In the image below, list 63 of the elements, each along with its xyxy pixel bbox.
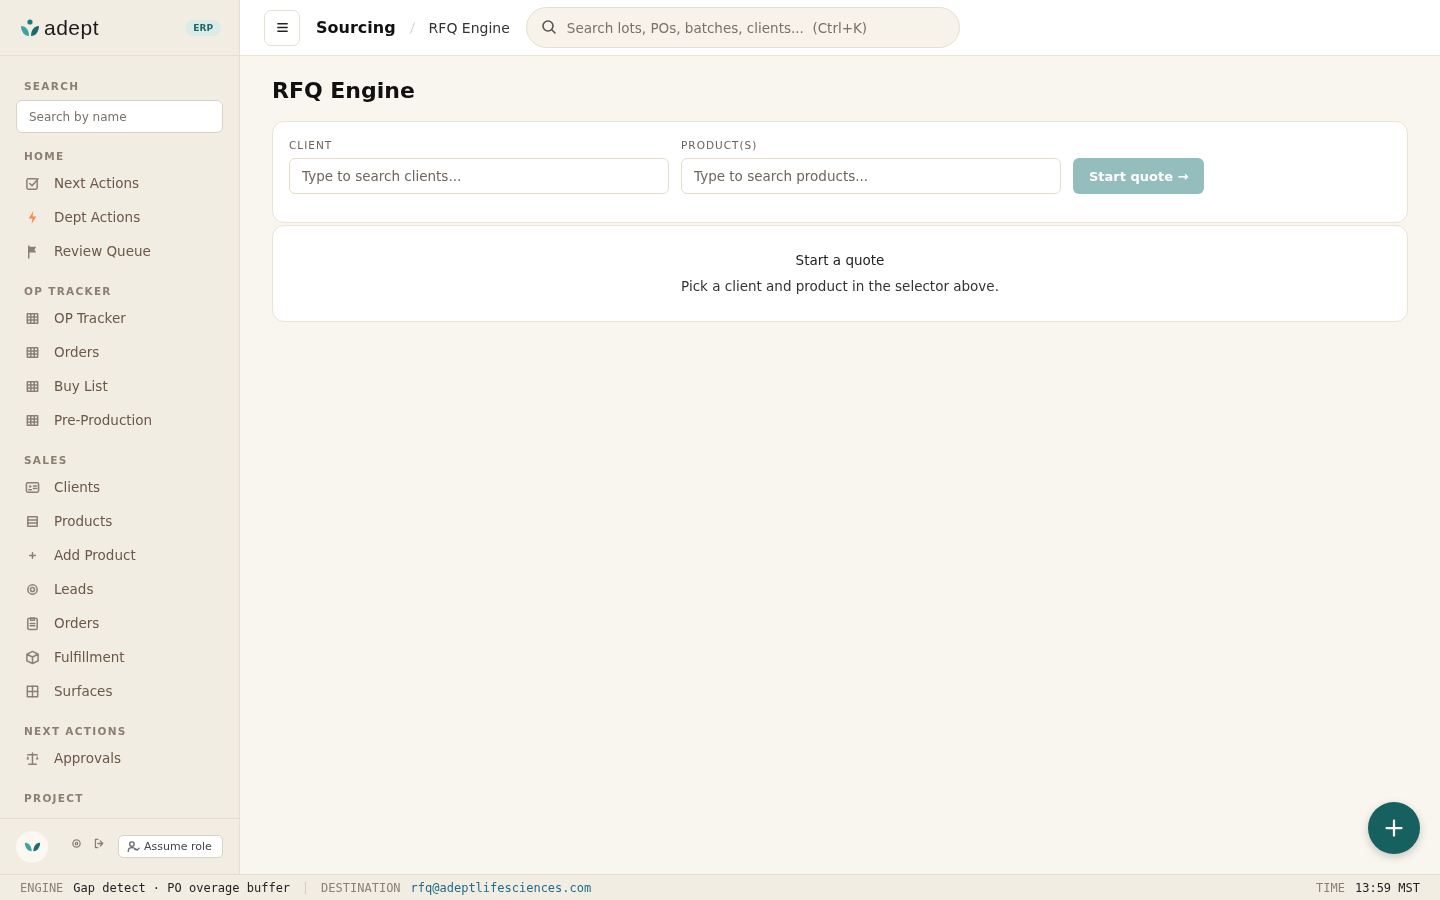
empty-state-message: Pick a client and product in the selector above. [681, 278, 999, 294]
sidebar-item[interactable]: Orders [54, 344, 100, 360]
section-heading: OP TRACKER [24, 285, 113, 299]
breadcrumb-link[interactable]: Sourcing [316, 18, 396, 37]
email-link[interactable]: rfq@adeptlifesciences.com [410, 880, 592, 895]
id-card-icon [25, 479, 40, 495]
page-title: RFQ Engine [272, 78, 416, 103]
leaf-logo-icon [20, 18, 40, 37]
sidebar-item[interactable]: Fulfillment [54, 649, 125, 665]
package-icon [25, 649, 40, 665]
target-icon [25, 581, 40, 597]
menu-button[interactable] [264, 9, 300, 46]
field-label: CLIENT [289, 139, 334, 151]
sidebar-item[interactable]: Approvals [54, 750, 121, 766]
section-heading: NEXT ACTIONS [24, 725, 128, 739]
empty-state-title: Start a quote [795, 252, 885, 268]
table-icon [25, 344, 40, 360]
sidebar-item[interactable]: Review Queue [54, 243, 151, 259]
logout-icon[interactable] [93, 837, 106, 850]
erp-badge: ERP [185, 19, 221, 36]
user-check-icon [127, 840, 140, 853]
sidebar-item[interactable]: Surfaces [54, 683, 113, 699]
table-icon [25, 378, 40, 394]
search-icon [540, 19, 557, 35]
status-label: TIME [1316, 880, 1345, 895]
assume-role-button[interactable]: Assume role [118, 835, 223, 858]
menu-icon [274, 20, 290, 35]
section-heading: HOME [24, 150, 66, 164]
sidebar-item[interactable]: OP Tracker [54, 310, 126, 326]
add-button[interactable] [1368, 802, 1420, 854]
search-field[interactable]: Search by name [16, 100, 223, 133]
sidebar-item[interactable]: Orders [54, 615, 100, 631]
scales-icon [25, 750, 40, 766]
plus-icon [1384, 818, 1404, 838]
status-label: ENGINE [20, 880, 64, 895]
field-label: PRODUCT(S) [681, 139, 759, 151]
status-value: 13:59 MST [1354, 880, 1420, 895]
grid-icon [25, 683, 40, 699]
section-heading: SEARCH [24, 80, 81, 94]
sidebar-item[interactable]: Leads [54, 581, 94, 597]
leaf-icon [23, 840, 41, 853]
status-label: DESTINATION [321, 880, 401, 895]
list-icon [25, 513, 40, 529]
table-icon [25, 412, 40, 428]
global-search-field[interactable]: Search lots, POs, batches, clients... (Ctrl+K) [525, 7, 960, 48]
logo-text: adept [44, 15, 100, 40]
sidebar-item[interactable]: Next Actions [54, 175, 140, 191]
clipboard-icon [25, 615, 40, 631]
breadcrumb-link[interactable]: RFQ Engine [428, 19, 510, 36]
sidebar-item[interactable]: Clients [54, 479, 101, 495]
sidebar-item[interactable]: Pre-Production [54, 412, 153, 428]
section-heading: SALES [24, 454, 69, 468]
section-heading: PROJECT [24, 792, 85, 806]
input-field[interactable]: Type to search clients... [289, 158, 669, 194]
checkbox-icon [25, 175, 40, 191]
sidebar-item[interactable]: Dept Actions [54, 209, 141, 225]
sidebar-item[interactable]: Add Product [54, 547, 136, 563]
settings-icon[interactable] [70, 837, 83, 850]
input-field[interactable]: Type to search products... [681, 158, 1061, 194]
sidebar-item[interactable]: Products [54, 513, 113, 529]
table-icon [25, 310, 40, 326]
status-value: Gap detect · PO overage buffer [73, 880, 291, 895]
sidebar-item[interactable]: Buy List [54, 378, 108, 394]
